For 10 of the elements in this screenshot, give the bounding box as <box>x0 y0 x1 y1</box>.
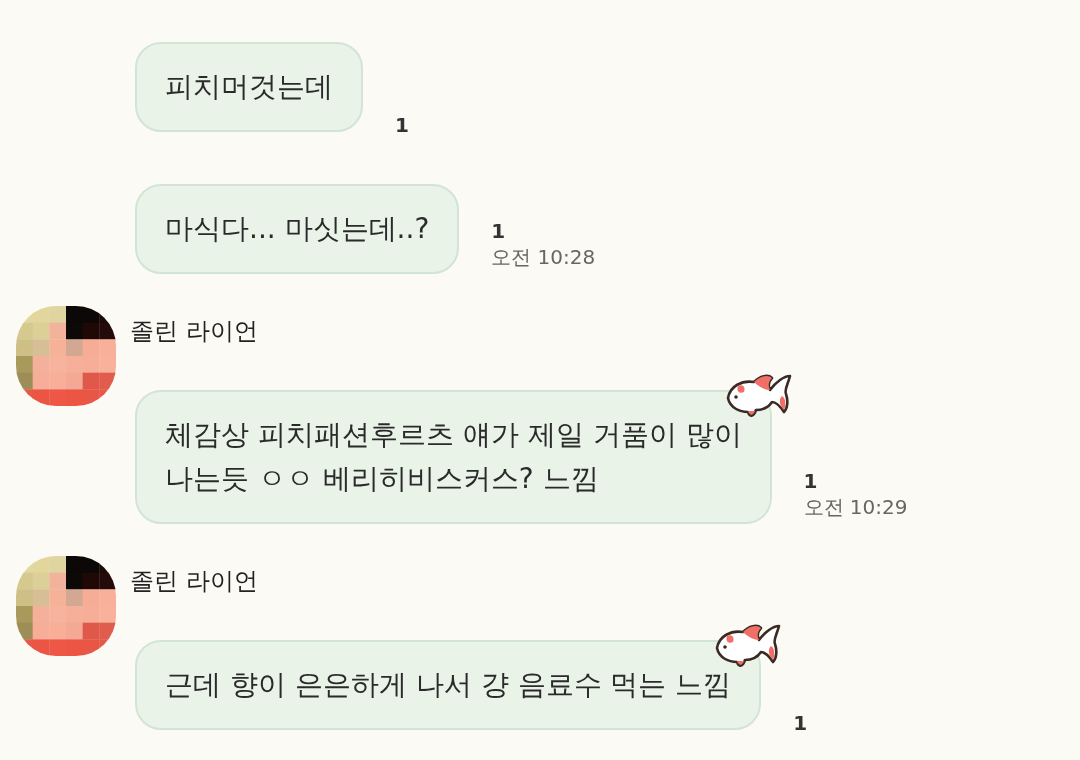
unread-count: 1 <box>395 112 409 138</box>
message-time: 오전 10:29 <box>803 494 908 520</box>
message-bubble: 피치머것는데 <box>135 42 363 132</box>
unread-count: 1 <box>803 468 819 494</box>
message-time: 오전 10:28 <box>491 244 596 270</box>
message-bubble: 마식다... 마싯는데..? <box>135 184 460 274</box>
unread-count: 1 <box>491 218 507 244</box>
unread-count: 1 <box>793 710 808 736</box>
sender-name: 졸린 라이언 <box>130 566 259 596</box>
sender-name: 졸린 라이언 <box>130 316 259 346</box>
